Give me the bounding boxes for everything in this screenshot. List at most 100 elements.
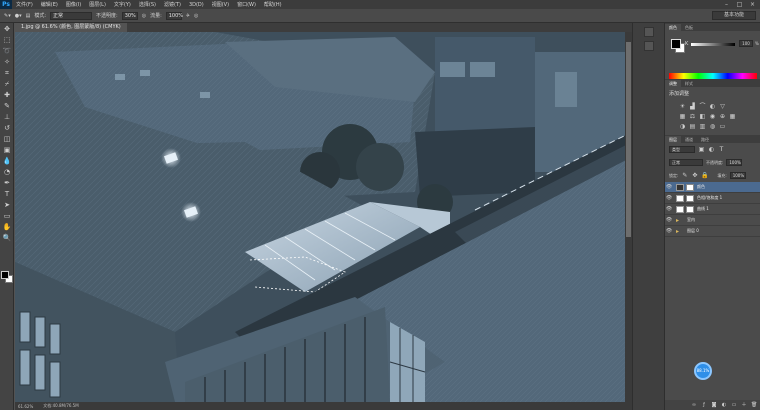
pen-tool-icon[interactable]: ✒ [1, 178, 13, 188]
filter-adjust-icon[interactable]: ◐ [708, 146, 715, 153]
eye-icon[interactable]: 👁 [665, 228, 673, 234]
menu-select[interactable]: 选择(S) [135, 1, 160, 8]
fx-icon[interactable]: ƒ [701, 402, 707, 408]
selective-color-icon[interactable]: ◍ [709, 123, 716, 130]
menu-3d[interactable]: 3D(D) [185, 2, 208, 8]
brush-panel-icon[interactable]: ▤ [26, 13, 31, 19]
posterize-icon[interactable]: ▤ [689, 123, 696, 130]
color-lookup-icon[interactable]: ▦ [729, 113, 736, 120]
layer-kind-filter[interactable]: 类型 [669, 146, 695, 153]
tab-swatches[interactable]: 色板 [681, 24, 697, 31]
color-swatches[interactable] [1, 271, 13, 283]
link-layers-icon[interactable]: ∞ [691, 402, 697, 408]
document-tab[interactable]: 1.jpg @ 61.6% (颜色, 图层蒙版/8) (CMYK) [15, 23, 127, 32]
layer-mask-thumbnail[interactable] [686, 205, 694, 213]
crop-tool-icon[interactable]: ⌗ [1, 68, 13, 78]
add-mask-icon[interactable]: ◙ [711, 402, 717, 408]
airbrush-icon[interactable]: ✈ [186, 13, 190, 19]
hand-tool-icon[interactable]: ✋ [1, 222, 13, 232]
levels-icon[interactable]: ▟ [689, 103, 696, 110]
zoom-level[interactable]: 61.62% [18, 404, 33, 409]
new-layer-icon[interactable]: ＋ [741, 402, 747, 408]
pressure-opacity-icon[interactable]: ◎ [142, 13, 146, 19]
menu-help[interactable]: 帮助(H) [260, 1, 286, 8]
photo-filter-icon[interactable]: ◉ [709, 113, 716, 120]
blur-tool-icon[interactable]: 💧 [1, 156, 13, 166]
eye-icon[interactable]: 👁 [665, 217, 673, 223]
vibrance-icon[interactable]: ▽ [719, 103, 726, 110]
menu-view[interactable]: 视图(V) [208, 1, 233, 8]
foreground-color-swatch[interactable] [1, 271, 9, 279]
tab-paths[interactable]: 路径 [697, 136, 713, 143]
marquee-tool-icon[interactable]: ⬚ [1, 35, 13, 45]
menu-image[interactable]: 图像(I) [62, 1, 85, 8]
eye-icon[interactable]: 👁 [665, 206, 673, 212]
delete-layer-icon[interactable]: 🗑 [751, 402, 757, 408]
menu-filter[interactable]: 滤镜(T) [160, 1, 185, 8]
k-value-field[interactable]: 100 [739, 40, 753, 47]
menu-layer[interactable]: 图层(L) [85, 1, 110, 8]
history-brush-icon[interactable]: ↺ [1, 123, 13, 133]
panel-foreground-color[interactable] [671, 39, 681, 49]
eraser-tool-icon[interactable]: ◫ [1, 134, 13, 144]
invert-icon[interactable]: ◑ [679, 123, 686, 130]
close-icon[interactable]: × [749, 1, 756, 8]
lock-position-icon[interactable]: ✥ [691, 172, 698, 179]
layer-row-layer-0[interactable]: 👁 ▸ 图层 0 [665, 226, 760, 237]
mode-select[interactable]: 正常 [50, 11, 92, 20]
layer-mask-thumbnail[interactable] [686, 194, 694, 202]
lasso-tool-icon[interactable]: ➰ [1, 46, 13, 56]
channel-mixer-icon[interactable]: ⊕ [719, 113, 726, 120]
quick-select-tool-icon[interactable]: ✧ [1, 57, 13, 67]
color-balance-icon[interactable]: ⚖ [689, 113, 696, 120]
eye-icon[interactable]: 👁 [665, 195, 673, 201]
floating-speed-badge[interactable]: 88.1% [694, 362, 712, 380]
eyedropper-tool-icon[interactable]: ⌿ [1, 79, 13, 89]
workspace-select[interactable]: 基本功能 [712, 11, 756, 20]
scrollbar-thumb[interactable] [626, 42, 631, 237]
canvas[interactable] [15, 32, 632, 402]
dodge-tool-icon[interactable]: ◔ [1, 167, 13, 177]
menu-window[interactable]: 窗口(W) [233, 1, 260, 8]
shape-tool-icon[interactable]: ▭ [1, 211, 13, 221]
canvas-vertical-scrollbar[interactable] [625, 32, 632, 402]
k-slider[interactable] [691, 43, 735, 46]
exposure-icon[interactable]: ◐ [709, 103, 716, 110]
hue-sat-icon[interactable]: ▦ [679, 113, 686, 120]
tab-adjustments[interactable]: 调整 [665, 80, 681, 87]
tab-color[interactable]: 颜色 [665, 24, 681, 31]
brush-tool-icon-side[interactable]: ✎ [1, 101, 13, 111]
layer-opacity-field[interactable]: 100% [726, 159, 743, 166]
lock-all-icon[interactable]: 🔒 [701, 172, 708, 179]
type-tool-icon[interactable]: T [1, 189, 13, 199]
opacity-field[interactable]: 30% [121, 11, 138, 20]
eye-icon[interactable]: 👁 [665, 184, 673, 190]
actions-panel-icon[interactable] [643, 41, 654, 51]
curves-icon[interactable]: ⌒ [699, 103, 706, 110]
menu-file[interactable]: 文件(F) [12, 1, 37, 8]
stamp-tool-icon[interactable]: ⊥ [1, 112, 13, 122]
menu-edit[interactable]: 编辑(E) [37, 1, 62, 8]
new-group-icon[interactable]: ▭ [731, 402, 737, 408]
tab-layers[interactable]: 图层 [665, 136, 681, 143]
minimize-icon[interactable]: – [723, 1, 730, 8]
path-select-tool-icon[interactable]: ➤ [1, 200, 13, 210]
tab-styles[interactable]: 样式 [681, 80, 697, 87]
tab-channels[interactable]: 通道 [681, 136, 697, 143]
flow-field[interactable]: 100% [165, 11, 183, 20]
healing-tool-icon[interactable]: ✚ [1, 90, 13, 100]
pressure-size-icon[interactable]: ◎ [194, 13, 198, 19]
blend-mode-select[interactable]: 正常 [669, 159, 703, 166]
adjustment-layer-icon[interactable]: ◐ [721, 402, 727, 408]
zoom-tool-icon[interactable]: 🔍 [1, 233, 13, 243]
menu-type[interactable]: 文字(Y) [110, 1, 135, 8]
brush-tool-icon[interactable]: ✎▾ [4, 13, 11, 19]
filter-type-icon[interactable]: T [718, 146, 725, 153]
document-info[interactable]: 文档:40.8M/76.5M [43, 403, 78, 409]
move-tool-icon[interactable]: ✥ [1, 24, 13, 34]
layer-row-hue-saturation[interactable]: 👁 色相/饱和度 1 [665, 193, 760, 204]
layer-mask-thumbnail[interactable] [686, 183, 694, 191]
layer-row-color[interactable]: 👁 颜色 [665, 182, 760, 193]
brush-preset-icon[interactable]: ●▾ [15, 13, 22, 19]
history-panel-icon[interactable] [643, 27, 654, 37]
